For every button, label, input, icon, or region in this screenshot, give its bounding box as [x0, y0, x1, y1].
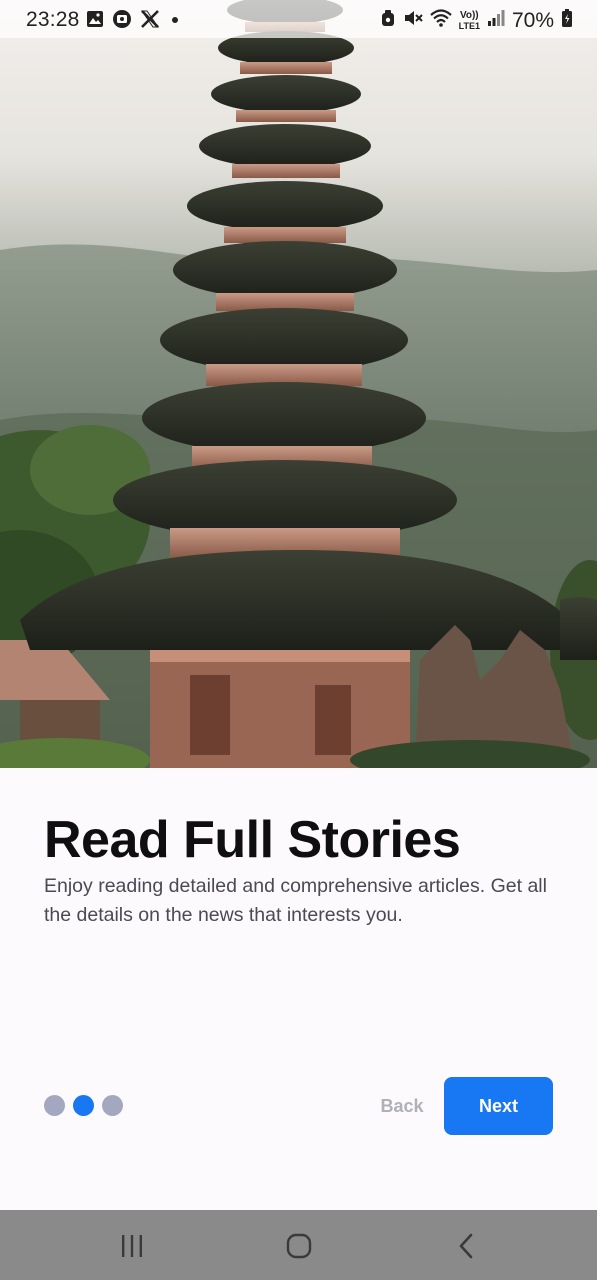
- page-dot-3: [102, 1095, 123, 1116]
- status-time: 23:28: [26, 8, 80, 31]
- home-button[interactable]: [279, 1228, 319, 1264]
- status-right-icons: Vo)) LTE1 70%: [380, 8, 573, 34]
- x-logo-icon: [140, 9, 160, 35]
- alarm-icon: [380, 8, 396, 34]
- volte-label-bottom: LTE1: [458, 21, 480, 31]
- home-icon: [286, 1233, 312, 1259]
- wifi-icon: [429, 8, 452, 34]
- page-dot-2-active: [73, 1095, 94, 1116]
- status-bar: 23:28 Vo)) LTE1 70%: [0, 0, 597, 38]
- back-icon: [459, 1233, 473, 1259]
- page-title: Read Full Stories: [44, 811, 461, 869]
- signal-icon: [487, 9, 505, 33]
- system-back-button[interactable]: [447, 1228, 487, 1264]
- page-dot-1: [44, 1095, 65, 1116]
- next-button[interactable]: Next: [444, 1077, 553, 1135]
- volte-label-top: Vo)): [459, 10, 479, 21]
- gallery-icon: [86, 10, 104, 34]
- battery-icon: [561, 8, 573, 34]
- onboarding-screen: 23:28 Vo)) LTE1 70% Read Full Stories En…: [0, 0, 597, 1280]
- status-left-icons: [86, 9, 182, 35]
- recents-button[interactable]: [112, 1228, 152, 1264]
- battery-percent: 70%: [511, 9, 554, 32]
- recents-icon: [122, 1235, 142, 1257]
- hero-image: [0, 0, 597, 768]
- system-nav-bar: [0, 1210, 597, 1280]
- page-description: Enjoy reading detailed and comprehensive…: [44, 875, 547, 926]
- notification-dot-icon: [168, 10, 182, 34]
- screen-record-icon: [112, 9, 132, 35]
- back-button[interactable]: Back: [362, 1083, 442, 1129]
- volte-icon: Vo)) LTE1: [458, 10, 480, 32]
- page-indicator: [44, 1095, 123, 1116]
- mute-icon: [403, 8, 423, 34]
- temple-pagoda-photo: [0, 0, 597, 768]
